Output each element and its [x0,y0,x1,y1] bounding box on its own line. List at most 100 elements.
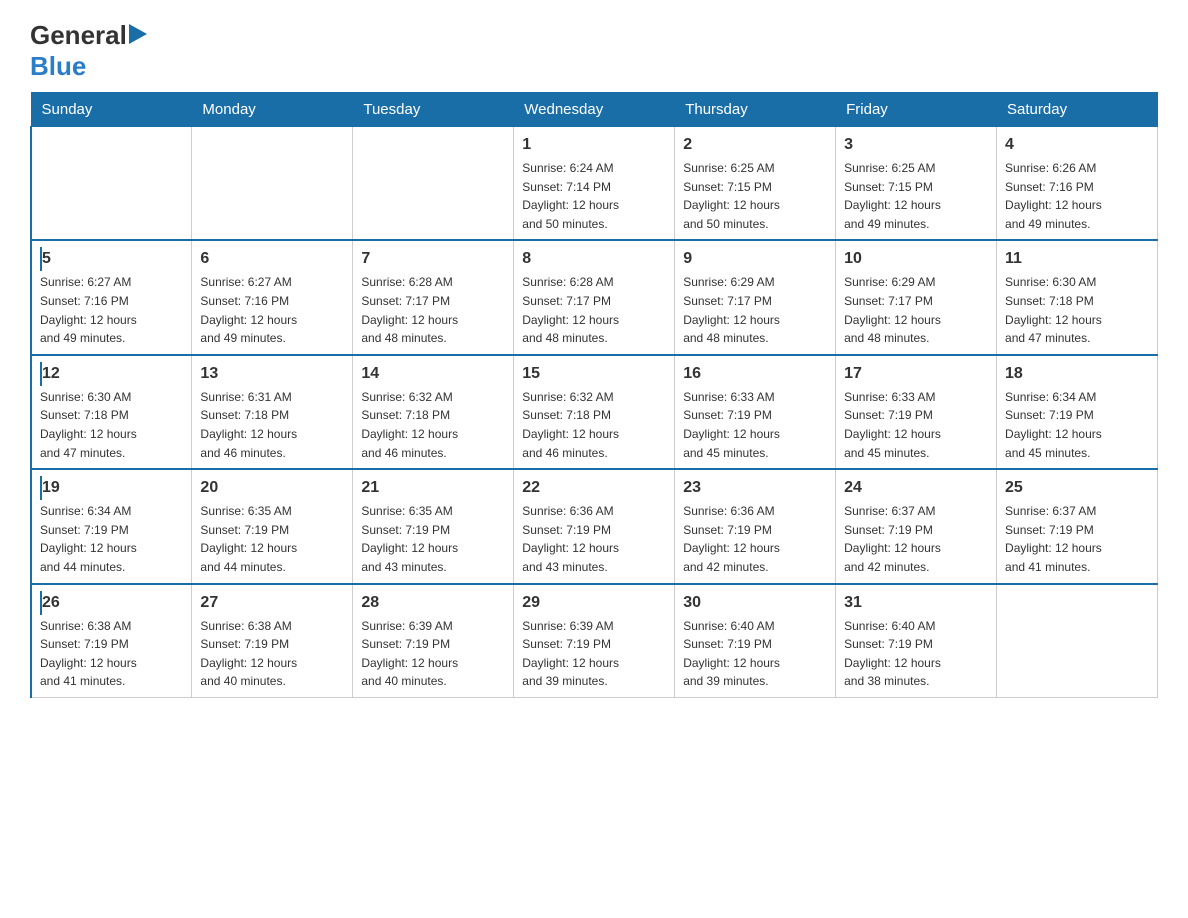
day-number: 24 [844,476,988,500]
day-info: Sunrise: 6:30 AM Sunset: 7:18 PM Dayligh… [40,388,183,462]
day-number: 8 [522,247,666,271]
calendar-cell: 3Sunrise: 6:25 AM Sunset: 7:15 PM Daylig… [836,127,997,241]
day-info: Sunrise: 6:27 AM Sunset: 7:16 PM Dayligh… [200,273,344,347]
weekday-header-sunday: Sunday [31,93,192,127]
calendar-cell: 5Sunrise: 6:27 AM Sunset: 7:16 PM Daylig… [31,240,192,354]
logo: General Blue [30,20,151,82]
calendar-cell: 12Sunrise: 6:30 AM Sunset: 7:18 PM Dayli… [31,355,192,469]
calendar-cell [353,127,514,241]
weekday-header-tuesday: Tuesday [353,93,514,127]
day-number: 5 [40,247,183,271]
weekday-header-monday: Monday [192,93,353,127]
calendar-cell: 15Sunrise: 6:32 AM Sunset: 7:18 PM Dayli… [514,355,675,469]
day-number: 13 [200,362,344,386]
calendar-cell: 4Sunrise: 6:26 AM Sunset: 7:16 PM Daylig… [997,127,1158,241]
day-number: 12 [40,362,183,386]
calendar-cell: 25Sunrise: 6:37 AM Sunset: 7:19 PM Dayli… [997,469,1158,583]
calendar-cell: 19Sunrise: 6:34 AM Sunset: 7:19 PM Dayli… [31,469,192,583]
day-number: 6 [200,247,344,271]
day-number: 7 [361,247,505,271]
weekday-header-thursday: Thursday [675,93,836,127]
day-number: 31 [844,591,988,615]
calendar-cell: 29Sunrise: 6:39 AM Sunset: 7:19 PM Dayli… [514,584,675,698]
day-info: Sunrise: 6:34 AM Sunset: 7:19 PM Dayligh… [40,502,183,576]
day-number: 30 [683,591,827,615]
day-number: 27 [200,591,344,615]
day-number: 10 [844,247,988,271]
day-number: 25 [1005,476,1149,500]
calendar-cell [997,584,1158,698]
calendar-cell: 22Sunrise: 6:36 AM Sunset: 7:19 PM Dayli… [514,469,675,583]
day-info: Sunrise: 6:37 AM Sunset: 7:19 PM Dayligh… [844,502,988,576]
day-number: 22 [522,476,666,500]
day-number: 11 [1005,247,1149,271]
calendar-week-row: 26Sunrise: 6:38 AM Sunset: 7:19 PM Dayli… [31,584,1158,698]
day-info: Sunrise: 6:37 AM Sunset: 7:19 PM Dayligh… [1005,502,1149,576]
weekday-header-saturday: Saturday [997,93,1158,127]
day-info: Sunrise: 6:35 AM Sunset: 7:19 PM Dayligh… [361,502,505,576]
calendar-cell [192,127,353,241]
day-info: Sunrise: 6:33 AM Sunset: 7:19 PM Dayligh… [683,388,827,462]
day-number: 16 [683,362,827,386]
day-info: Sunrise: 6:29 AM Sunset: 7:17 PM Dayligh… [844,273,988,347]
day-info: Sunrise: 6:26 AM Sunset: 7:16 PM Dayligh… [1005,159,1149,233]
calendar-cell: 9Sunrise: 6:29 AM Sunset: 7:17 PM Daylig… [675,240,836,354]
calendar-cell: 13Sunrise: 6:31 AM Sunset: 7:18 PM Dayli… [192,355,353,469]
day-info: Sunrise: 6:27 AM Sunset: 7:16 PM Dayligh… [40,273,183,347]
day-info: Sunrise: 6:31 AM Sunset: 7:18 PM Dayligh… [200,388,344,462]
calendar-cell: 1Sunrise: 6:24 AM Sunset: 7:14 PM Daylig… [514,127,675,241]
day-number: 1 [522,133,666,157]
day-info: Sunrise: 6:32 AM Sunset: 7:18 PM Dayligh… [522,388,666,462]
calendar-week-row: 1Sunrise: 6:24 AM Sunset: 7:14 PM Daylig… [31,127,1158,241]
weekday-header-wednesday: Wednesday [514,93,675,127]
day-info: Sunrise: 6:25 AM Sunset: 7:15 PM Dayligh… [683,159,827,233]
day-info: Sunrise: 6:39 AM Sunset: 7:19 PM Dayligh… [522,617,666,691]
day-number: 26 [40,591,183,615]
day-number: 28 [361,591,505,615]
day-info: Sunrise: 6:29 AM Sunset: 7:17 PM Dayligh… [683,273,827,347]
day-number: 9 [683,247,827,271]
day-info: Sunrise: 6:40 AM Sunset: 7:19 PM Dayligh… [683,617,827,691]
day-number: 20 [200,476,344,500]
calendar-cell: 27Sunrise: 6:38 AM Sunset: 7:19 PM Dayli… [192,584,353,698]
day-number: 18 [1005,362,1149,386]
calendar-cell: 23Sunrise: 6:36 AM Sunset: 7:19 PM Dayli… [675,469,836,583]
day-number: 23 [683,476,827,500]
calendar-cell: 8Sunrise: 6:28 AM Sunset: 7:17 PM Daylig… [514,240,675,354]
calendar-cell [31,127,192,241]
calendar-cell: 20Sunrise: 6:35 AM Sunset: 7:19 PM Dayli… [192,469,353,583]
day-info: Sunrise: 6:39 AM Sunset: 7:19 PM Dayligh… [361,617,505,691]
logo-blue-text: Blue [30,51,86,81]
day-info: Sunrise: 6:38 AM Sunset: 7:19 PM Dayligh… [40,617,183,691]
calendar-cell: 30Sunrise: 6:40 AM Sunset: 7:19 PM Dayli… [675,584,836,698]
day-info: Sunrise: 6:38 AM Sunset: 7:19 PM Dayligh… [200,617,344,691]
calendar-cell: 24Sunrise: 6:37 AM Sunset: 7:19 PM Dayli… [836,469,997,583]
calendar-cell: 26Sunrise: 6:38 AM Sunset: 7:19 PM Dayli… [31,584,192,698]
day-info: Sunrise: 6:32 AM Sunset: 7:18 PM Dayligh… [361,388,505,462]
calendar-cell: 18Sunrise: 6:34 AM Sunset: 7:19 PM Dayli… [997,355,1158,469]
calendar-cell: 11Sunrise: 6:30 AM Sunset: 7:18 PM Dayli… [997,240,1158,354]
day-number: 4 [1005,133,1149,157]
calendar-cell: 21Sunrise: 6:35 AM Sunset: 7:19 PM Dayli… [353,469,514,583]
day-info: Sunrise: 6:25 AM Sunset: 7:15 PM Dayligh… [844,159,988,233]
day-info: Sunrise: 6:24 AM Sunset: 7:14 PM Dayligh… [522,159,666,233]
day-number: 15 [522,362,666,386]
calendar-cell: 28Sunrise: 6:39 AM Sunset: 7:19 PM Dayli… [353,584,514,698]
day-number: 3 [844,133,988,157]
day-info: Sunrise: 6:30 AM Sunset: 7:18 PM Dayligh… [1005,273,1149,347]
calendar-cell: 31Sunrise: 6:40 AM Sunset: 7:19 PM Dayli… [836,584,997,698]
calendar-week-row: 12Sunrise: 6:30 AM Sunset: 7:18 PM Dayli… [31,355,1158,469]
day-info: Sunrise: 6:35 AM Sunset: 7:19 PM Dayligh… [200,502,344,576]
calendar-week-row: 19Sunrise: 6:34 AM Sunset: 7:19 PM Dayli… [31,469,1158,583]
page-header: General Blue [30,20,1158,82]
day-info: Sunrise: 6:36 AM Sunset: 7:19 PM Dayligh… [683,502,827,576]
day-info: Sunrise: 6:28 AM Sunset: 7:17 PM Dayligh… [522,273,666,347]
day-info: Sunrise: 6:40 AM Sunset: 7:19 PM Dayligh… [844,617,988,691]
day-info: Sunrise: 6:34 AM Sunset: 7:19 PM Dayligh… [1005,388,1149,462]
calendar-table: SundayMondayTuesdayWednesdayThursdayFrid… [30,92,1158,698]
weekday-header-friday: Friday [836,93,997,127]
day-info: Sunrise: 6:36 AM Sunset: 7:19 PM Dayligh… [522,502,666,576]
logo-general-text: General [30,20,127,51]
calendar-cell: 7Sunrise: 6:28 AM Sunset: 7:17 PM Daylig… [353,240,514,354]
day-number: 2 [683,133,827,157]
